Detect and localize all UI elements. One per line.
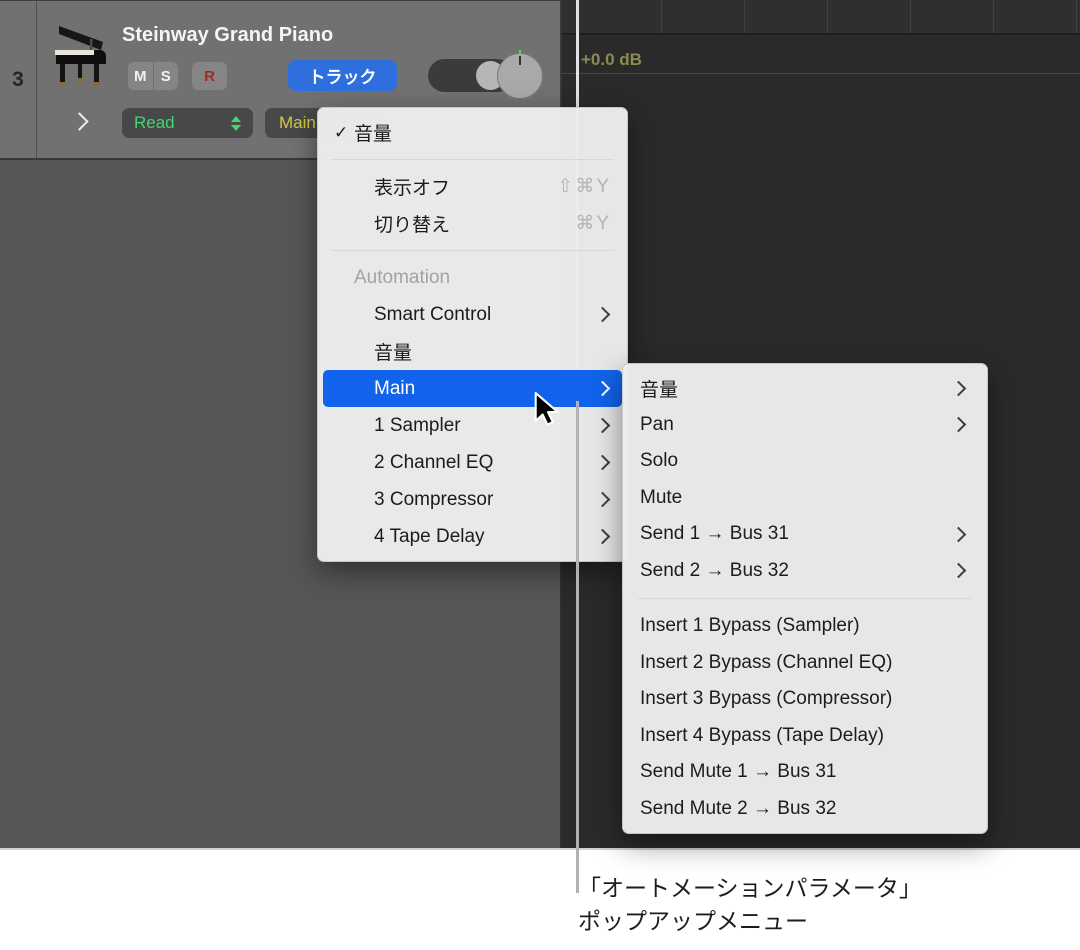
menu-separator — [638, 598, 972, 599]
menu-item-3-compressor[interactable]: 3 Compressor — [318, 481, 627, 518]
shortcut-label: ⌘Y — [575, 212, 611, 235]
track-automation-button[interactable]: トラック — [288, 60, 397, 91]
menu-item-display-off[interactable]: 表示オフ ⇧⌘Y — [318, 168, 627, 205]
knob-pointer — [519, 56, 521, 65]
shortcut-label: ⇧⌘Y — [557, 175, 611, 198]
knob-green-tick — [519, 50, 521, 55]
screenshot-bottom-edge — [0, 848, 1080, 850]
automation-curve-line[interactable] — [562, 73, 1080, 74]
submenu-item-insert-3-bypass[interactable]: Insert 3 Bypass (Compressor) — [623, 681, 987, 718]
menu-item-volume-checked[interactable]: ✓ 音量 — [318, 114, 627, 151]
submenu-item-send-mute-2[interactable]: Send Mute 2 → Bus 32 — [623, 791, 987, 828]
track-name[interactable]: Steinway Grand Piano — [122, 24, 333, 47]
callout-line — [576, 401, 579, 893]
caption-line-1: 「オートメーションパラメータ」 — [578, 872, 922, 905]
main-parameter-submenu: 音量 Pan Solo Mute Send 1 → Bus 31 Send 2 … — [622, 363, 988, 834]
automation-mode-popup[interactable]: Read — [122, 108, 253, 138]
submenu-item-insert-1-bypass[interactable]: Insert 1 Bypass (Sampler) — [623, 608, 987, 645]
submenu-chevron-icon — [595, 418, 611, 434]
submenu-item-send-mute-1[interactable]: Send Mute 1 → Bus 31 — [623, 754, 987, 791]
submenu-chevron-icon — [595, 455, 611, 471]
menu-section-automation: Automation — [318, 259, 627, 296]
submenu-item-send-1[interactable]: Send 1 → Bus 31 — [623, 516, 987, 553]
caption-line-2: ポップアップメニュー — [578, 905, 922, 938]
menu-item-smart-control[interactable]: Smart Control — [318, 296, 627, 333]
menu-item-2-channel-eq[interactable]: 2 Channel EQ — [318, 444, 627, 481]
submenu-chevron-icon — [595, 307, 611, 323]
submenu-item-insert-4-bypass[interactable]: Insert 4 Bypass (Tape Delay) — [623, 718, 987, 755]
menu-item-1-sampler[interactable]: 1 Sampler — [318, 407, 627, 444]
submenu-chevron-icon — [951, 526, 967, 542]
submenu-item-volume[interactable]: 音量 — [623, 370, 987, 407]
submenu-chevron-icon — [951, 380, 967, 396]
solo-button[interactable]: S — [154, 62, 179, 90]
automation-db-value: +0.0 dB — [581, 50, 642, 70]
submenu-item-send-2[interactable]: Send 2 → Bus 32 — [623, 553, 987, 590]
grand-piano-icon — [52, 25, 108, 94]
submenu-item-pan[interactable]: Pan — [623, 407, 987, 444]
mute-button[interactable]: M — [128, 62, 154, 90]
ruler-gridline — [744, 0, 745, 33]
timeline-ruler[interactable] — [562, 0, 1080, 35]
ruler-gridline — [827, 0, 828, 33]
submenu-chevron-icon — [951, 417, 967, 433]
submenu-item-insert-2-bypass[interactable]: Insert 2 Bypass (Channel EQ) — [623, 645, 987, 682]
disclosure-chevron-icon[interactable] — [70, 112, 88, 130]
callout-caption: 「オートメーションパラメータ」 ポップアップメニュー — [578, 872, 922, 938]
menu-separator — [331, 159, 614, 160]
record-enable-button[interactable]: R — [192, 62, 227, 90]
submenu-item-mute[interactable]: Mute — [623, 480, 987, 517]
ruler-gridline — [993, 0, 994, 33]
screenshot-root: +0.0 dB 3 Steinway G — [0, 0, 1080, 950]
ruler-gridline — [1076, 0, 1077, 33]
submenu-chevron-icon — [595, 492, 611, 508]
ruler-gridline — [910, 0, 911, 33]
submenu-chevron-icon — [595, 529, 611, 545]
menu-item-toggle[interactable]: 切り替え ⌘Y — [318, 205, 627, 242]
menu-item-4-tape-delay[interactable]: 4 Tape Delay — [318, 518, 627, 555]
menu-item-volume[interactable]: 音量 — [318, 333, 627, 370]
mute-solo-group: M S — [128, 62, 178, 90]
ruler-gridline — [661, 0, 662, 33]
automation-parameter-label: Main — [279, 113, 316, 133]
up-down-chevrons-icon — [231, 116, 241, 131]
submenu-item-solo[interactable]: Solo — [623, 443, 987, 480]
submenu-chevron-icon — [595, 381, 611, 397]
automation-mode-label: Read — [134, 113, 175, 133]
mouse-cursor-icon — [534, 392, 564, 431]
automation-parameter-menu: ✓ 音量 表示オフ ⇧⌘Y 切り替え ⌘Y Automation Smart C… — [317, 107, 628, 562]
check-icon: ✓ — [334, 123, 354, 143]
menu-separator — [331, 250, 614, 251]
submenu-chevron-icon — [951, 563, 967, 579]
rotary-knob[interactable] — [497, 53, 543, 99]
track-number: 3 — [0, 1, 37, 158]
